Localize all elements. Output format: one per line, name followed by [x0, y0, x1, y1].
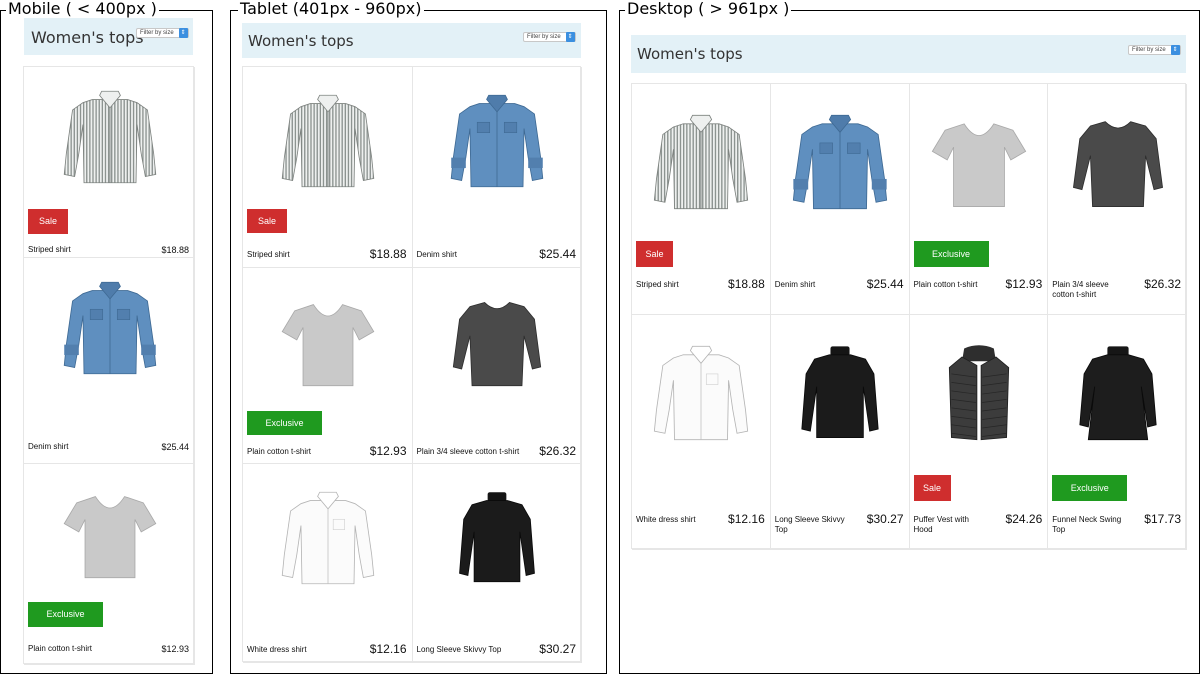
product-card[interactable]: White dress shirt $12.16 [243, 464, 413, 663]
white-shirt-image[interactable] [648, 331, 754, 455]
product-price: $24.26 [1005, 512, 1043, 526]
select-arrows-icon: ⇕ [565, 32, 575, 42]
exclusive-badge: Exclusive [247, 411, 322, 435]
product-name[interactable]: Denim shirt [28, 442, 147, 452]
product-name[interactable]: Plain cotton t-shirt [28, 644, 147, 654]
tablet-breakpoint-label: Tablet (401px - 960px) [238, 0, 424, 18]
product-price: $25.44 [161, 442, 189, 452]
product-card[interactable]: Long Sleeve Skivvy Top $30.27 [412, 464, 582, 663]
white-shirt-image[interactable] [276, 476, 380, 600]
product-card[interactable]: Exclusive Plain cotton t-shirt $12.93 [243, 268, 413, 464]
mobile-product-grid: Sale Striped shirt $18.88 Denim shirt $25.44… [23, 66, 195, 665]
product-card[interactable]: Long Sleeve Skivvy Top $30.27 [770, 315, 910, 550]
product-name[interactable]: Long Sleeve Skivvy Top [775, 515, 852, 535]
product-card[interactable]: Plain 3/4 sleeve cotton t-shirt $26.32 [1048, 84, 1187, 315]
product-name[interactable]: White dress shirt [636, 515, 713, 525]
denim-shirt-image[interactable] [58, 266, 162, 390]
product-name[interactable]: Striped shirt [28, 245, 147, 255]
striped-shirt-image[interactable] [58, 75, 162, 199]
tablet-page-title: Women's tops [248, 32, 354, 50]
striped-shirt-image[interactable] [648, 100, 754, 224]
tablet-filter-label: Filter by size [527, 34, 561, 40]
exclusive-badge: Exclusive [28, 602, 103, 627]
mobile-filter-label: Filter by size [140, 30, 174, 36]
product-price: $12.93 [369, 444, 407, 458]
product-price: $12.16 [369, 642, 407, 656]
product-price: $12.93 [1005, 277, 1043, 291]
product-price: $26.32 [539, 444, 576, 458]
product-card[interactable]: Denim shirt $25.44 [770, 84, 910, 315]
black-skivvy-image[interactable] [787, 331, 893, 455]
tablet-product-grid: Sale Striped shirt $18.88 Denim shirt $25.44… [242, 66, 582, 663]
product-card[interactable]: Sale Striped shirt $18.88 [243, 67, 413, 268]
product-name[interactable]: Striped shirt [636, 280, 713, 290]
exclusive-badge: Exclusive [1052, 475, 1128, 501]
product-price: $18.88 [161, 245, 189, 255]
funnel-neck-top-image[interactable] [1065, 331, 1171, 455]
product-name[interactable]: Long Sleeve Skivvy Top [417, 645, 525, 655]
tablet-filter-by-size-select[interactable]: Filter by size ⇕ [523, 32, 576, 42]
sale-badge: Sale [247, 209, 287, 233]
sale-badge: Sale [913, 475, 951, 501]
sale-badge: Sale [636, 241, 673, 267]
product-card[interactable]: Sale Striped shirt $18.88 [632, 84, 771, 315]
product-price: $30.27 [539, 642, 576, 656]
denim-shirt-image[interactable] [787, 100, 893, 224]
select-arrows-icon: ⇕ [178, 28, 188, 38]
product-price: $12.16 [728, 512, 765, 526]
grey-tshirt-image[interactable] [58, 472, 162, 596]
product-card[interactable]: Exclusive Funnel Neck Swing Top $17.73 [1048, 315, 1187, 550]
product-name[interactable]: Plain 3/4 sleeve cotton t-shirt [1052, 280, 1129, 300]
product-price: $25.44 [539, 247, 576, 261]
product-name[interactable]: Plain 3/4 sleeve cotton t-shirt [417, 447, 525, 457]
desktop-page-title: Women's tops [637, 45, 743, 63]
product-card[interactable]: Exclusive Plain cotton t-shirt $12.93 [909, 84, 1049, 315]
sale-badge: Sale [28, 209, 68, 234]
mobile-page-title: Women's tops [31, 28, 144, 47]
product-name[interactable]: Plain cotton t-shirt [914, 280, 991, 290]
desktop-filter-by-size-select[interactable]: Filter by size ⇕ [1128, 45, 1181, 55]
product-card[interactable]: Plain 3/4 sleeve cotton t-shirt $26.32 [412, 268, 582, 464]
grey-tshirt-image[interactable] [276, 280, 380, 404]
product-name[interactable]: Striped shirt [247, 250, 355, 260]
product-name[interactable]: Denim shirt [775, 280, 852, 290]
product-name[interactable]: Puffer Vest with Hood [914, 515, 991, 535]
product-card[interactable]: Denim shirt $25.44 [412, 67, 582, 268]
striped-shirt-image[interactable] [276, 79, 380, 203]
product-name[interactable]: Denim shirt [417, 250, 525, 260]
charcoal-tee-image[interactable] [1065, 100, 1171, 224]
desktop-product-grid: Sale Striped shirt $18.88 Denim shirt $25.44… [631, 83, 1187, 550]
exclusive-badge: Exclusive [913, 241, 989, 267]
product-card[interactable]: Denim shirt $25.44 [24, 258, 195, 464]
product-price: $25.44 [866, 277, 904, 291]
product-card[interactable]: Exclusive Plain cotton t-shirt $12.93 [24, 464, 195, 665]
product-card[interactable]: White dress shirt $12.16 [632, 315, 771, 550]
product-name[interactable]: White dress shirt [247, 645, 355, 655]
product-price: $18.88 [369, 247, 407, 261]
desktop-header: Women's tops [631, 35, 1186, 73]
product-card[interactable]: Sale Striped shirt $18.88 [24, 67, 195, 258]
mobile-breakpoint-label: Mobile ( < 400px ) [6, 0, 159, 18]
product-price: $30.27 [866, 512, 904, 526]
charcoal-tee-image[interactable] [445, 280, 549, 404]
product-price: $12.93 [161, 644, 189, 654]
product-name[interactable]: Funnel Neck Swing Top [1052, 515, 1129, 535]
product-card[interactable]: Sale Puffer Vest with Hood $24.26 [909, 315, 1049, 550]
grey-tshirt-image[interactable] [926, 100, 1032, 224]
desktop-breakpoint-label: Desktop ( > 961px ) [625, 0, 792, 18]
product-price: $26.32 [1144, 277, 1181, 291]
product-name[interactable]: Plain cotton t-shirt [247, 447, 355, 457]
denim-shirt-image[interactable] [445, 79, 549, 203]
product-price: $17.73 [1144, 512, 1181, 526]
product-price: $18.88 [728, 277, 765, 291]
select-arrows-icon: ⇕ [1170, 45, 1180, 55]
black-skivvy-image[interactable] [445, 476, 549, 600]
mobile-filter-by-size-select[interactable]: Filter by size ⇕ [136, 28, 189, 38]
puffer-vest-image[interactable] [926, 331, 1032, 455]
desktop-filter-label: Filter by size [1132, 47, 1166, 53]
